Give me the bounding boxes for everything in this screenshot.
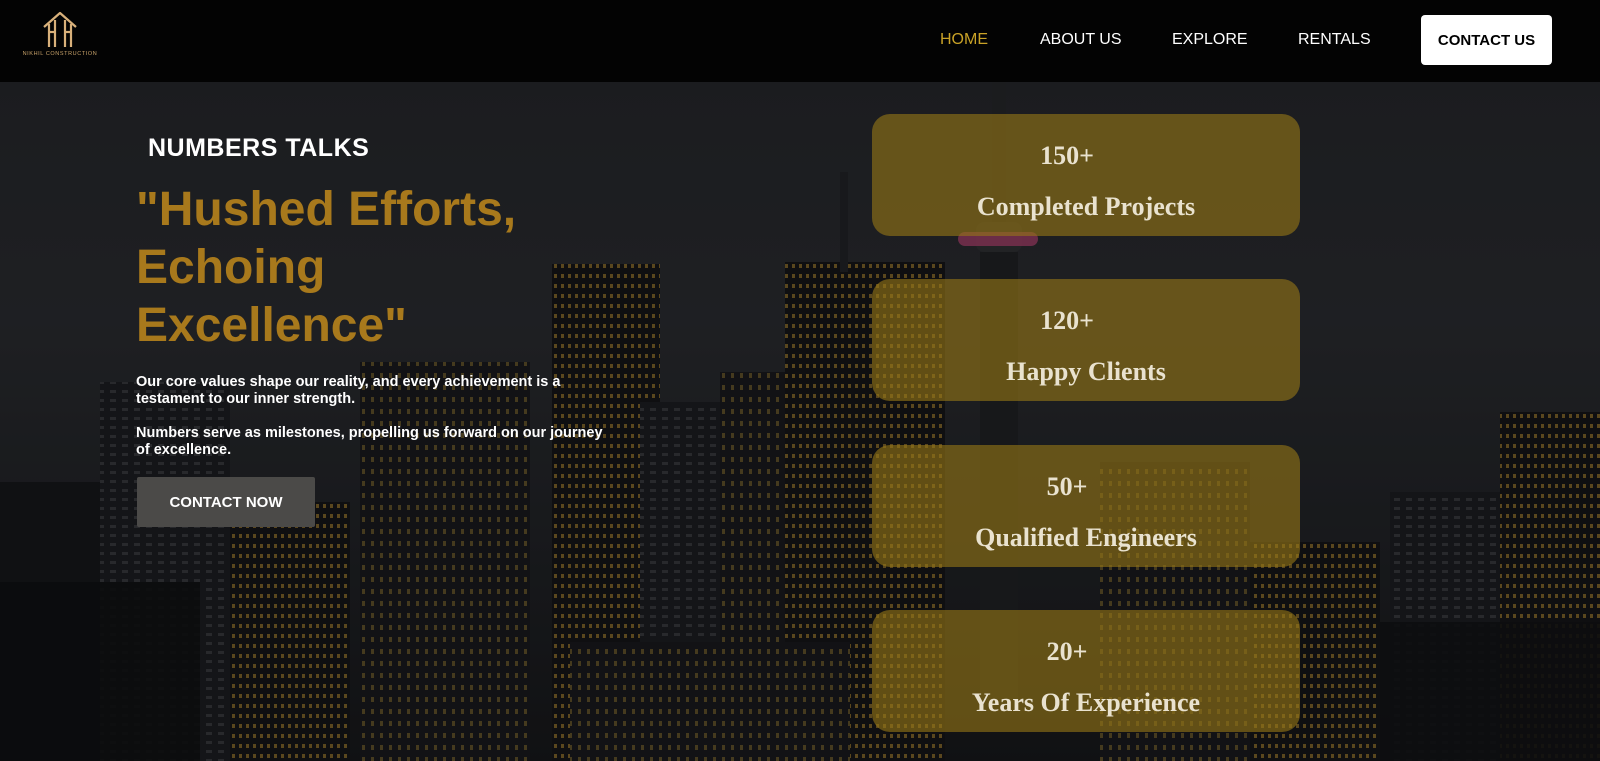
nav-explore[interactable]: EXPLORE [1172,31,1248,49]
contact-us-button[interactable]: CONTACT US [1421,15,1552,65]
house-monogram-icon [43,11,77,47]
stat-value: 150+ [1040,141,1094,170]
stat-card-years-experience: 20+ Years Of Experience [872,610,1300,732]
nav-rentals[interactable]: RENTALS [1298,31,1371,49]
stat-card-happy-clients: 120+ Happy Clients [872,279,1300,401]
section-kicker: NUMBERS TALKS [148,134,370,162]
stat-value: 20+ [1046,637,1088,666]
stat-label: Qualified Engineers [975,523,1197,552]
hero-paragraph-values: Our core values shape our reality, and e… [136,374,561,407]
contact-now-button[interactable]: CONTACT NOW [137,477,315,527]
brand-name: NIKHIL CONSTRUCTION [22,51,98,57]
stat-label: Years Of Experience [971,688,1201,717]
nav-about-us[interactable]: ABOUT US [1040,31,1122,49]
stat-value: 50+ [1046,472,1088,501]
hero-headline: "Hushed Efforts, Echoing Excellence" [136,183,517,352]
stat-label: Happy Clients [1006,357,1166,386]
stat-card-qualified-engineers: 50+ Qualified Engineers [872,445,1300,567]
site-header: NIKHIL CONSTRUCTION HOME ABOUT US EXPLOR… [0,0,1600,82]
stat-value: 120+ [1040,306,1094,335]
brand-logo[interactable]: NIKHIL CONSTRUCTION [22,10,98,62]
stat-label: Completed Projects [976,192,1196,221]
hero-paragraph-milestones: Numbers serve as milestones, propelling … [136,425,603,458]
nav-home[interactable]: HOME [940,31,988,49]
stat-card-completed-projects: 150+ Completed Projects [872,114,1300,236]
